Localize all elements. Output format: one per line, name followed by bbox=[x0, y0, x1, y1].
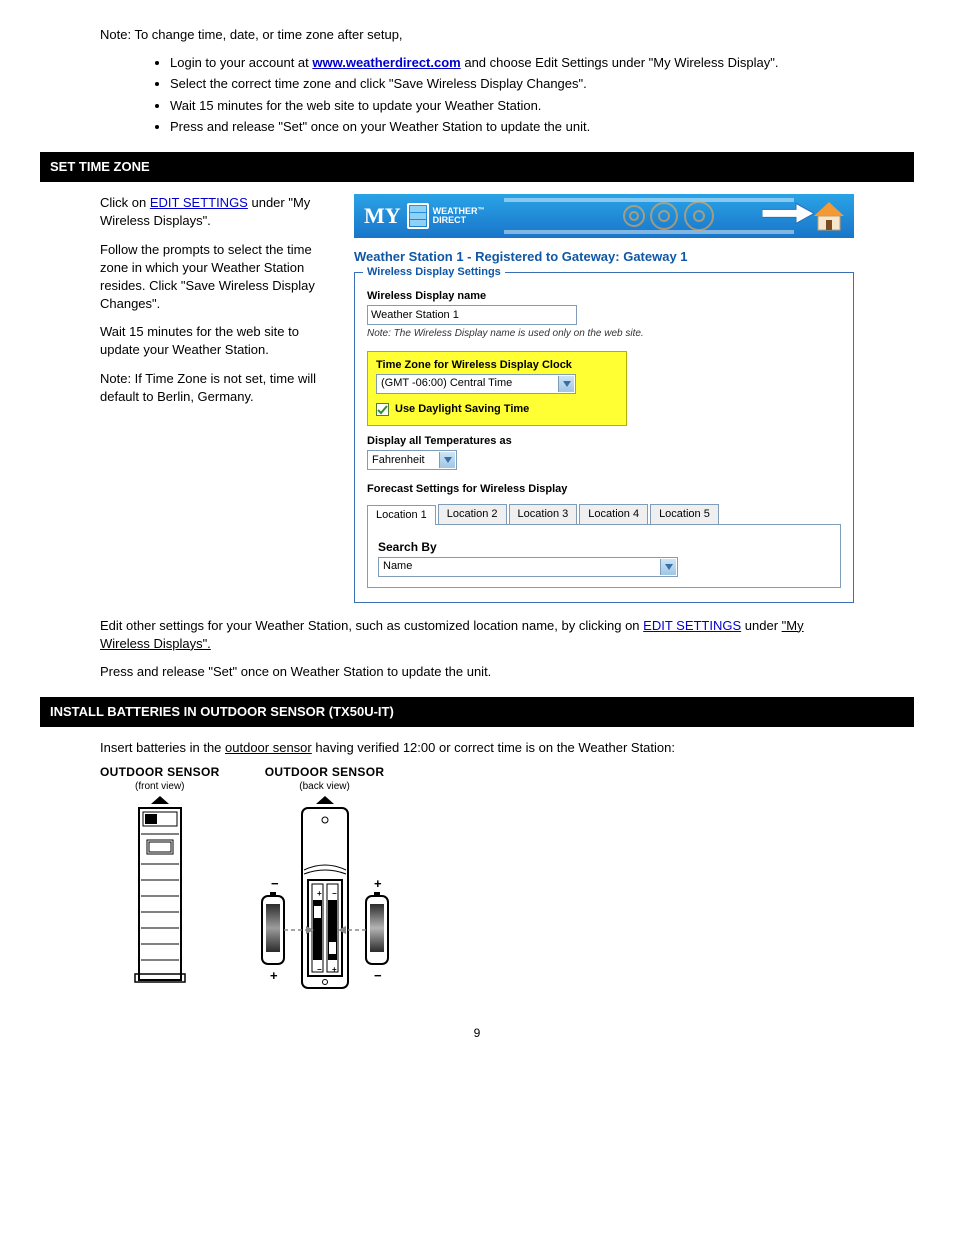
wireless-display-settings: Wireless Display Settings Wireless Displ… bbox=[354, 272, 854, 602]
diagram-subtitle: (back view) bbox=[250, 780, 400, 794]
edit-settings-link[interactable]: EDIT SETTINGS bbox=[150, 195, 248, 210]
text: Insert batteries in the bbox=[100, 740, 225, 755]
text: Edit other settings for your Weather Sta… bbox=[100, 617, 854, 653]
list-item: Wait 15 minutes for the web site to upda… bbox=[170, 97, 854, 115]
chevron-down-icon bbox=[660, 559, 676, 575]
tab-location-3[interactable]: Location 3 bbox=[509, 504, 578, 524]
svg-text:+: + bbox=[332, 965, 337, 974]
text: Edit other settings for your Weather Sta… bbox=[100, 618, 643, 633]
display-name-note: Note: The Wireless Display name is used … bbox=[367, 327, 841, 341]
temp-select[interactable]: Fahrenheit bbox=[367, 450, 457, 470]
tab-location-4[interactable]: Location 4 bbox=[579, 504, 648, 524]
myweather-banner: MY WEATHER™ DIRECT bbox=[354, 194, 854, 238]
timezone-instructions: Click on EDIT SETTINGS under "My Wireles… bbox=[100, 194, 340, 416]
text: Press and release "Set" once on Weather … bbox=[100, 663, 854, 681]
top-note: Note: To change time, date, or time zone… bbox=[100, 26, 854, 44]
forecast-label: Forecast Settings for Wireless Display bbox=[367, 482, 841, 497]
checkbox-icon bbox=[376, 403, 389, 416]
fieldset-legend: Wireless Display Settings bbox=[363, 265, 505, 280]
diagram-subtitle: (front view) bbox=[100, 780, 220, 794]
text: Weather Station 1 - Registered to Gatewa… bbox=[354, 249, 623, 264]
svg-text:−: − bbox=[332, 889, 337, 898]
search-by-select[interactable]: Name bbox=[378, 557, 678, 577]
timezone-select[interactable]: (GMT -06:00) Central Time bbox=[376, 374, 576, 394]
page-number: 9 bbox=[100, 1025, 854, 1042]
chevron-down-icon bbox=[439, 452, 455, 468]
sensor-back-icon: + − − + − + bbox=[250, 796, 400, 996]
tab-panel: Search By Name bbox=[367, 525, 841, 588]
search-by-label: Search By bbox=[378, 539, 830, 556]
arrow-icon bbox=[762, 203, 814, 230]
text: under bbox=[745, 618, 782, 633]
text: Wait 15 minutes for the web site to upda… bbox=[100, 323, 340, 359]
edit-settings-link[interactable]: EDIT SETTINGS bbox=[643, 618, 741, 633]
list-item: Press and release "Set" once on your Wea… bbox=[170, 118, 854, 136]
display-name-input[interactable] bbox=[367, 305, 577, 325]
section-header-sensor: INSTALL BATTERIES IN OUTDOOR SENSOR (TX5… bbox=[40, 697, 914, 727]
tab-location-1[interactable]: Location 1 bbox=[367, 505, 436, 525]
location-tabs: Location 1 Location 2 Location 3 Locatio… bbox=[367, 504, 841, 525]
display-name-label: Wireless Display name bbox=[367, 289, 841, 304]
temp-label: Display all Temperatures as bbox=[367, 434, 841, 449]
sensor-back-diagram: OUTDOOR SENSOR (back view) + − bbox=[250, 764, 400, 1002]
text: Login to your account at bbox=[170, 55, 312, 70]
list-item: Login to your account at www.weatherdire… bbox=[170, 54, 854, 72]
tm-symbol: ™ bbox=[478, 207, 485, 214]
timezone-label: Time Zone for Wireless Display Clock bbox=[376, 358, 618, 373]
search-by-value: Name bbox=[383, 559, 412, 574]
sensor-front-diagram: OUTDOOR SENSOR (front view) bbox=[100, 764, 220, 992]
device-icon bbox=[407, 203, 429, 229]
temp-value: Fahrenheit bbox=[372, 453, 425, 468]
svg-text:+: + bbox=[317, 889, 322, 898]
dst-checkbox[interactable]: Use Daylight Saving Time bbox=[376, 402, 618, 417]
diagram-title: OUTDOOR SENSOR bbox=[100, 764, 220, 781]
home-icon bbox=[812, 200, 846, 232]
text: outdoor sensor bbox=[225, 740, 312, 755]
gear-icon bbox=[614, 196, 734, 238]
text: and choose Edit Settings under "My Wirel… bbox=[464, 55, 778, 70]
svg-text:−: − bbox=[317, 965, 322, 974]
svg-text:+: + bbox=[374, 876, 382, 891]
section-header-timezone: SET TIME ZONE bbox=[40, 152, 914, 182]
settings-title: Weather Station 1 - Registered to Gatewa… bbox=[354, 248, 854, 266]
sensor-front-icon bbox=[125, 796, 195, 986]
weatherdirect-link[interactable]: www.weatherdirect.com bbox=[312, 55, 460, 70]
sensor-intro: Insert batteries in the outdoor sensor h… bbox=[100, 739, 854, 757]
list-item: Select the correct time zone and click "… bbox=[170, 75, 854, 93]
text: Click on bbox=[100, 195, 150, 210]
tab-location-5[interactable]: Location 5 bbox=[650, 504, 719, 524]
brand-weatherdirect: WEATHER™ DIRECT bbox=[407, 203, 485, 229]
svg-text:−: − bbox=[271, 876, 279, 891]
timezone-block: Time Zone for Wireless Display Clock (GM… bbox=[367, 351, 627, 426]
bullet-list: Login to your account at www.weatherdire… bbox=[170, 54, 854, 136]
chevron-down-icon bbox=[558, 376, 574, 392]
text: Note: If Time Zone is not set, time will… bbox=[100, 370, 340, 406]
svg-text:−: − bbox=[374, 968, 382, 983]
timezone-value: (GMT -06:00) Central Time bbox=[381, 376, 512, 391]
svg-text:+: + bbox=[270, 968, 278, 983]
diagram-title: OUTDOOR SENSOR bbox=[250, 764, 400, 781]
tab-location-2[interactable]: Location 2 bbox=[438, 504, 507, 524]
brand-my: MY bbox=[364, 201, 401, 232]
gateway-name: Gateway 1 bbox=[623, 249, 687, 264]
dst-label: Use Daylight Saving Time bbox=[395, 402, 529, 417]
text: having verified 12:00 or correct time is… bbox=[315, 740, 675, 755]
text: Follow the prompts to select the time zo… bbox=[100, 241, 340, 314]
brand-text: DIRECT bbox=[433, 215, 467, 225]
